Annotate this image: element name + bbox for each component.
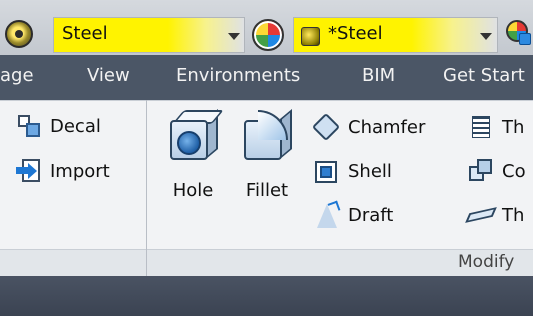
appearance-swatch-icon — [301, 27, 320, 46]
graphics-window-top — [0, 276, 533, 316]
fillet-label: Fillet — [245, 180, 289, 201]
thicken-icon — [465, 202, 497, 228]
decal-icon — [16, 113, 42, 139]
import-label: Import — [50, 160, 110, 182]
hole-icon — [168, 108, 224, 167]
combine-label: Co — [502, 160, 526, 182]
combine-icon — [468, 158, 494, 184]
draft-label: Draft — [348, 204, 394, 226]
fillet-button[interactable]: Fillet — [234, 107, 300, 203]
tab-environments[interactable]: Environments — [176, 65, 300, 86]
ribbon-tab-bar: age View Environments BIM Get Start — [0, 55, 533, 100]
thread-icon — [468, 114, 494, 140]
chamfer-label: Chamfer — [348, 116, 426, 138]
group-footer-divider — [146, 249, 147, 276]
decal-button[interactable]: Decal — [16, 110, 101, 142]
import-button[interactable]: Import — [16, 155, 110, 187]
shell-button[interactable]: Shell — [314, 154, 392, 188]
tab-view[interactable]: View — [87, 65, 130, 86]
draft-button[interactable]: Draft — [314, 198, 393, 232]
thicken-button[interactable]: Th — [465, 198, 525, 232]
appearance-browser-icon[interactable] — [252, 19, 284, 51]
draft-icon — [314, 200, 341, 228]
thicken-label: Th — [502, 204, 525, 226]
group-footer — [0, 249, 533, 276]
chamfer-button[interactable]: Chamfer — [311, 110, 426, 144]
tab-get-started[interactable]: Get Start — [443, 65, 525, 86]
appearance-dropdown[interactable]: *Steel — [293, 17, 498, 53]
hole-button[interactable]: Hole — [160, 107, 226, 203]
chamfer-icon — [311, 112, 341, 142]
hole-label: Hole — [172, 180, 214, 201]
thread-label: Th — [502, 116, 525, 138]
shell-label: Shell — [348, 160, 392, 182]
material-value: Steel — [62, 23, 108, 44]
thread-button[interactable]: Th — [468, 110, 524, 144]
chevron-down-icon[interactable] — [480, 33, 492, 40]
combine-button[interactable]: Co — [468, 154, 526, 188]
tab-bim[interactable]: BIM — [362, 65, 395, 86]
modify-group-label[interactable]: Modify — [458, 252, 514, 272]
chevron-down-icon[interactable] — [228, 33, 240, 40]
import-icon — [16, 158, 42, 184]
decal-label: Decal — [50, 115, 101, 137]
clear-appearance-icon[interactable] — [506, 18, 533, 48]
material-dropdown[interactable]: Steel — [53, 17, 245, 53]
material-sphere-icon[interactable] — [5, 20, 33, 48]
shell-icon — [314, 158, 340, 184]
tab-manage[interactable]: age — [0, 65, 34, 86]
fillet-icon — [242, 108, 294, 167]
appearance-value: *Steel — [328, 23, 383, 44]
